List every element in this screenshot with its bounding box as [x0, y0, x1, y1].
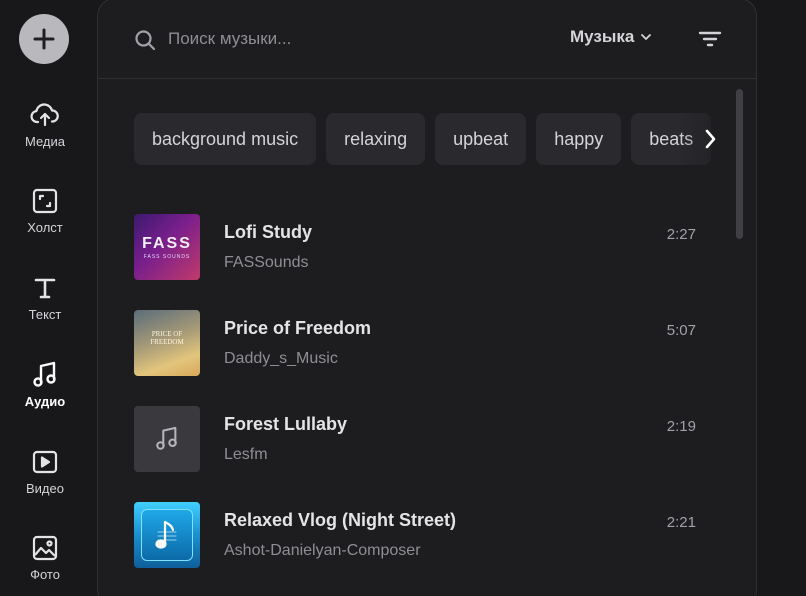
sidebar-item-audio[interactable]: Аудио	[0, 360, 90, 409]
music-panel: Музыка background music relaxing upbeat …	[97, 0, 757, 596]
music-note-icon	[30, 360, 60, 390]
track-duration: 2:27	[666, 226, 696, 243]
track-cover	[134, 406, 200, 472]
chevron-down-icon	[641, 34, 652, 40]
chip-upbeat[interactable]: upbeat	[435, 113, 527, 165]
track-title: Forest Lullaby	[224, 414, 348, 434]
category-dropdown[interactable]: Музыка	[570, 27, 652, 47]
music-note-icon	[156, 426, 177, 450]
track-artist: Daddy_s_Music	[224, 350, 338, 367]
chevron-right-icon	[705, 129, 716, 149]
track-title: Relaxed Vlog (Night Street)	[224, 510, 457, 530]
chip-background-music[interactable]: background music	[134, 113, 317, 165]
search-icon	[134, 29, 156, 56]
sidebar-item-label: Холст	[27, 220, 63, 235]
sidebar-item-canvas[interactable]: Холст	[0, 186, 90, 235]
track-duration: 2:19	[666, 418, 696, 435]
upload-cloud-icon	[30, 100, 60, 130]
sidebar-item-video[interactable]: Видео	[0, 447, 90, 496]
sidebar-item-text[interactable]: Текст	[0, 273, 90, 322]
sidebar-item-media[interactable]: Медиа	[0, 100, 90, 149]
track-row[interactable]: Forest Lullaby Lesfm 2:19	[134, 406, 704, 476]
filter-button[interactable]	[698, 29, 722, 54]
chips-scroll-right-button[interactable]	[696, 123, 724, 155]
sidebar-item-label: Текст	[28, 307, 62, 322]
track-artist: Ashot-Danielyan-Composer	[224, 542, 421, 559]
sidebar-item-label: Медиа	[25, 134, 65, 149]
track-row[interactable]: PRICE OF FREEDOM Price of Freedom Daddy_…	[134, 310, 704, 380]
track-artist: FASSounds	[224, 254, 309, 271]
track-duration: 2:21	[666, 514, 696, 531]
track-row[interactable]: Relaxed Vlog (Night Street) Ashot-Daniel…	[134, 502, 704, 572]
search-input[interactable]	[168, 26, 498, 52]
track-cover: PRICE OF FREEDOM	[134, 310, 200, 376]
sidebar-item-photo[interactable]: Фото	[0, 533, 90, 582]
plus-icon	[33, 28, 55, 50]
text-icon	[30, 273, 60, 303]
scrollbar-thumb[interactable]	[736, 89, 743, 239]
sidebar-item-label: Фото	[30, 567, 60, 582]
track-artist: Lesfm	[224, 446, 268, 463]
chip-happy[interactable]: happy	[536, 113, 622, 165]
track-row[interactable]: FASS FASS SOUNDS Lofi Study FASSounds 2:…	[134, 214, 704, 284]
add-button[interactable]	[19, 14, 69, 64]
image-icon	[30, 533, 60, 563]
video-play-icon	[30, 447, 60, 477]
category-label: Музыка	[570, 27, 635, 46]
canvas-resize-icon	[30, 186, 60, 216]
track-cover	[134, 502, 200, 568]
track-cover: FASS FASS SOUNDS	[134, 214, 200, 280]
chip-relaxing[interactable]: relaxing	[326, 113, 426, 165]
music-note-icon	[141, 509, 193, 561]
tag-chips: background music relaxing upbeat happy b…	[134, 113, 720, 167]
search-bar: Музыка	[98, 0, 756, 79]
track-duration: 5:07	[666, 322, 696, 339]
sidebar: Медиа Холст Текст Аудио Видео Фото	[0, 0, 90, 596]
sidebar-item-label: Видео	[26, 481, 64, 496]
sidebar-item-label: Аудио	[24, 394, 66, 409]
track-title: Lofi Study	[224, 222, 312, 242]
filter-icon	[698, 31, 722, 47]
track-title: Price of Freedom	[224, 318, 372, 338]
